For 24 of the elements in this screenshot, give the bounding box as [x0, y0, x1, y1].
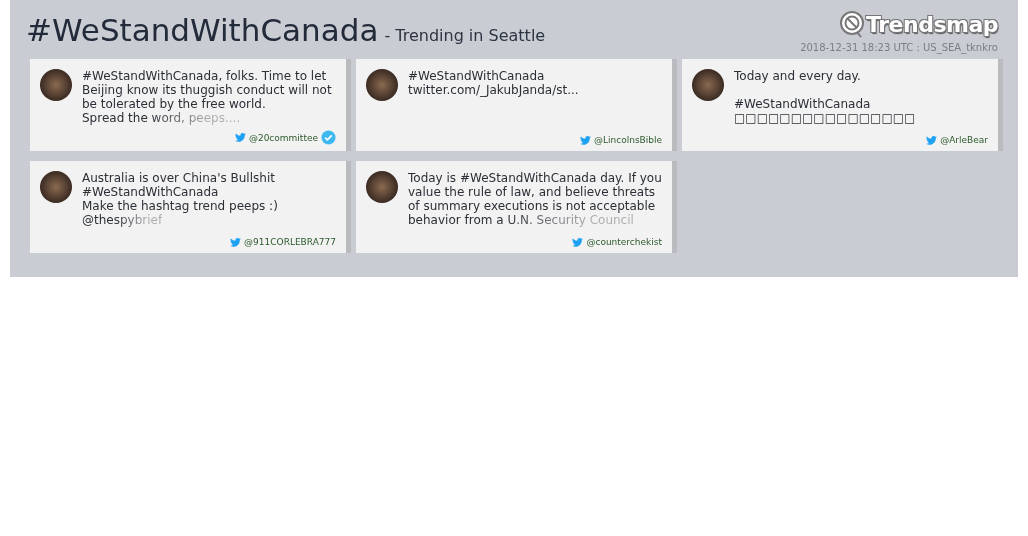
- bird-icon: [926, 135, 938, 145]
- timestamp: 2018-12-31 18:23 UTC : US_SEA_tknkro: [800, 42, 998, 53]
- user-handle[interactable]: @ArleBear: [940, 135, 988, 145]
- trending-subtitle: - Trending in Seattle: [384, 26, 546, 45]
- tweet-text: Today and every day. #WeStandWithCanada □□□□□□□□□□□□□□□□: [734, 69, 916, 127]
- avatar: [692, 69, 724, 101]
- bird-icon: [230, 237, 242, 247]
- avatar: [366, 69, 398, 101]
- bird-icon: [580, 135, 591, 145]
- avatar: [40, 69, 72, 101]
- magnifier-icon: [839, 10, 866, 38]
- hashtag-title: #WeStandWithCanada: [26, 12, 379, 48]
- bird-icon: [572, 237, 584, 247]
- user-handle[interactable]: @LincolnsBible: [594, 135, 662, 145]
- user-handle[interactable]: @counterchekist: [586, 237, 662, 247]
- avatar: [40, 171, 72, 203]
- tweet-text: #WeStandWithCanada, folks. Time to let Beijing know its thuggish conduct will not be tolerated by the free world. Spread the word, peeps....: [82, 69, 332, 127]
- tweet-text: Australia is over China's Bullshit #WeStandWithCanada Make the hashtag trend peeps :) @thespybrief: [82, 171, 278, 229]
- tweet-text: Today is #WeStandWithCanada day. If you value the rule of law, and believe threats of summary executions is not acceptable behavior from a U.N. Security Council: [408, 171, 662, 229]
- tweet-text: #WeStandWithCanada twitter.com/_JakubJanda/st...: [408, 69, 579, 99]
- avatar: [366, 171, 398, 203]
- user-handle[interactable]: @911CORLEBRA777: [244, 237, 336, 247]
- bird-icon: [234, 133, 246, 142]
- user-handle[interactable]: @20committee: [248, 132, 318, 143]
